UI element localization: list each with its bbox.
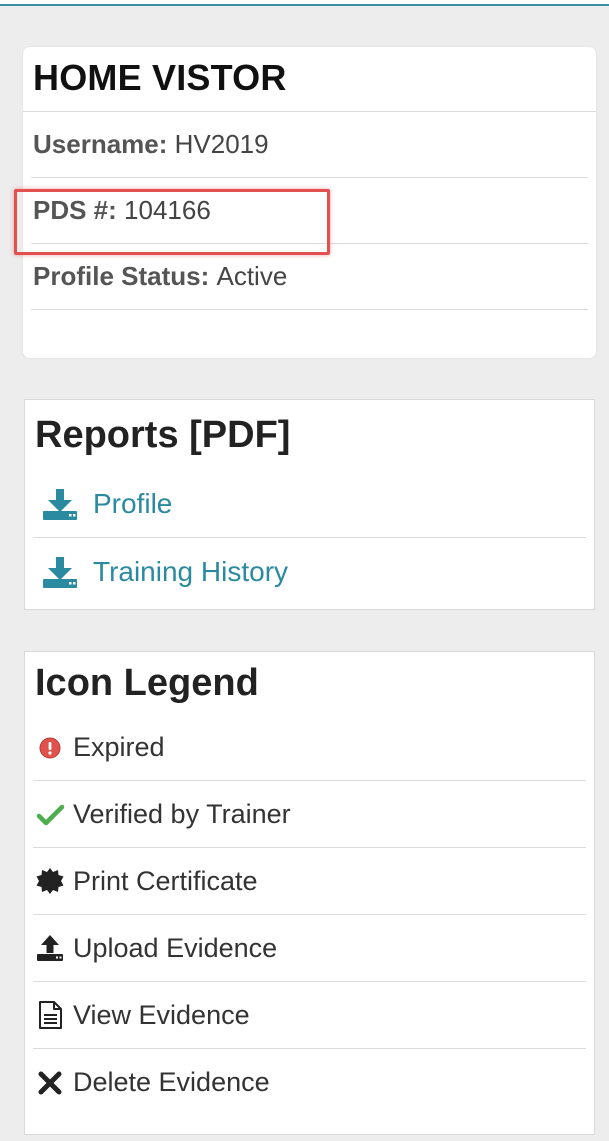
- legend-item-print-certificate: Print Certificate: [33, 848, 586, 915]
- username-label: Username:: [33, 129, 175, 159]
- profile-status-value: Active: [216, 261, 288, 291]
- legend-item-expired: Expired: [33, 714, 586, 781]
- reports-title: Reports [PDF]: [35, 414, 291, 456]
- document-icon: [39, 1001, 62, 1029]
- legend-item-upload-evidence: Upload Evidence: [33, 915, 586, 982]
- upload-icon: [37, 935, 63, 961]
- checkmark-icon: [36, 804, 65, 826]
- legend-item-label: Expired: [73, 731, 165, 762]
- username-value: HV2019: [174, 129, 269, 159]
- pds-highlight-box: [14, 189, 330, 255]
- legend-item-delete-evidence: Delete Evidence: [33, 1049, 586, 1115]
- username-row: Username: HV2019: [31, 112, 588, 178]
- legend-item-view-evidence: View Evidence: [33, 982, 586, 1049]
- icon-legend-card: Icon Legend Expired Verified by Trainer …: [24, 651, 595, 1135]
- reports-card: Reports [PDF] Profile Training History: [24, 399, 595, 610]
- download-icon: [43, 556, 77, 588]
- report-link-label: Training History: [93, 555, 289, 587]
- delete-x-icon: [38, 1071, 62, 1095]
- expired-icon: [39, 737, 61, 759]
- top-divider: [0, 0, 609, 6]
- certificate-seal-icon: [36, 868, 64, 894]
- legend-item-label: Upload Evidence: [73, 932, 278, 963]
- legend-item-label: View Evidence: [73, 999, 250, 1030]
- report-link-training-history[interactable]: Training History: [33, 538, 586, 605]
- legend-item-verified: Verified by Trainer: [33, 781, 586, 848]
- report-link-label: Profile: [93, 487, 173, 519]
- legend-item-label: Delete Evidence: [73, 1066, 270, 1097]
- profile-title: HOME VISTOR: [23, 47, 596, 112]
- download-icon: [43, 488, 77, 520]
- report-link-profile[interactable]: Profile: [33, 470, 586, 538]
- legend-title: Icon Legend: [35, 662, 259, 704]
- legend-item-label: Print Certificate: [73, 865, 258, 896]
- legend-item-label: Verified by Trainer: [73, 798, 291, 829]
- profile-status-label: Profile Status:: [33, 261, 217, 291]
